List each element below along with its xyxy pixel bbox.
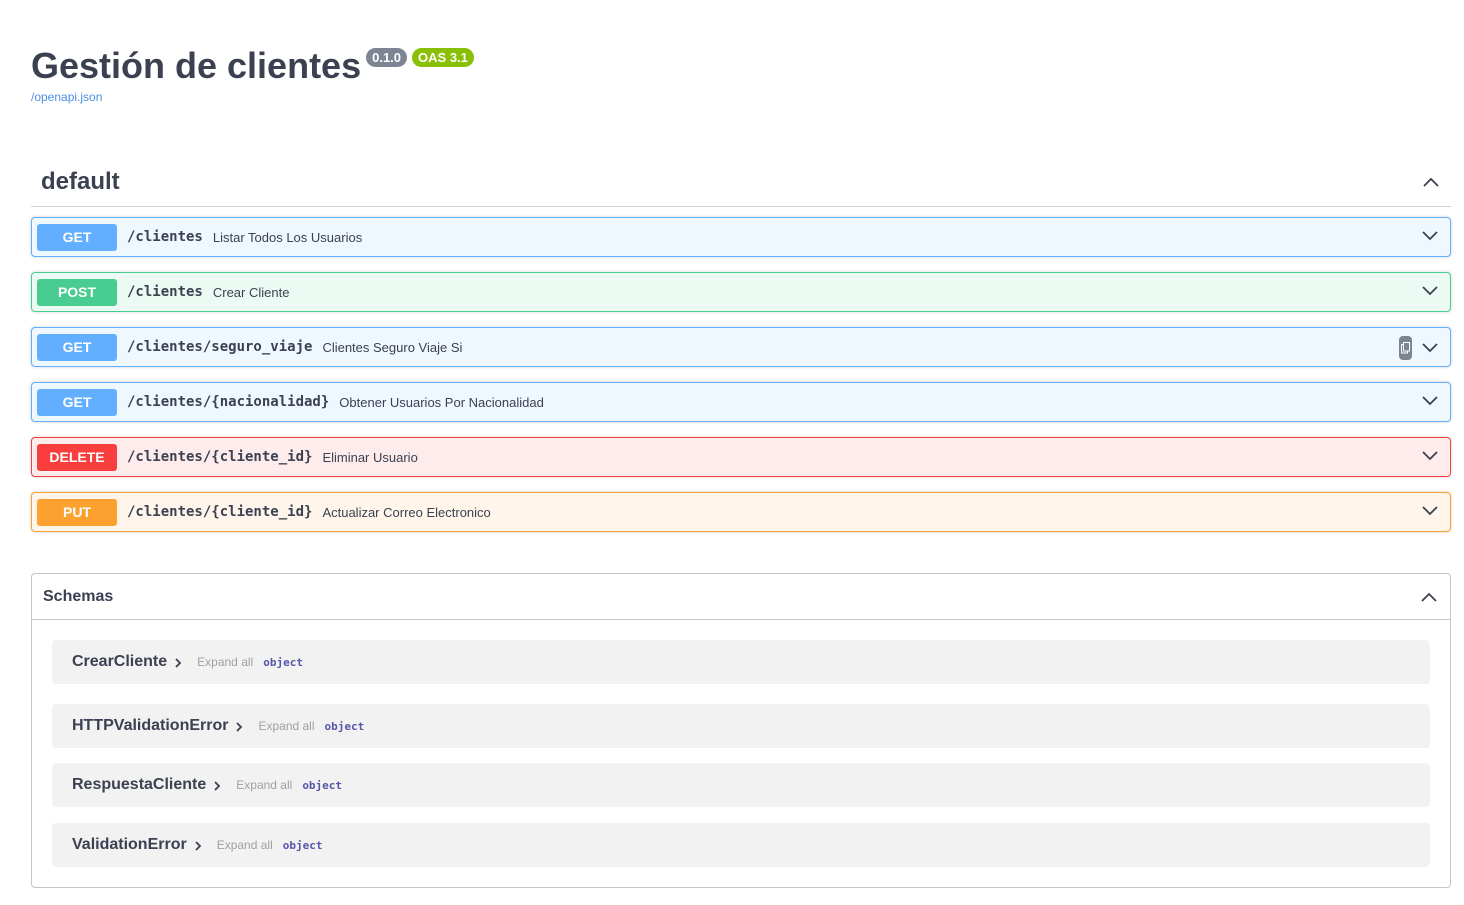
operation-get-clientes-nacionalidad[interactable]: GET /clientes/{nacionalidad} Obtener Usu… [31, 382, 1451, 422]
operation-summary: Actualizar Correo Electronico [322, 504, 491, 520]
chevron-up-icon[interactable] [1419, 587, 1439, 607]
model-type: object [324, 719, 365, 733]
expand-all-link[interactable]: Expand all [258, 719, 314, 733]
model-crearcliente[interactable]: CrearCliente Expand all object [52, 640, 1430, 684]
chevron-right-icon[interactable] [193, 839, 203, 851]
model-respuestacliente[interactable]: RespuestaCliente Expand all object [52, 763, 1430, 807]
operation-summary: Obtener Usuarios Por Nacionalidad [339, 394, 544, 410]
chevron-down-icon[interactable] [1420, 226, 1440, 246]
operations-list: GET /clientes Listar Todos Los Usuarios … [31, 217, 1451, 532]
expand-all-link[interactable]: Expand all [236, 778, 292, 792]
method-badge: GET [37, 333, 117, 361]
operation-path: /clientes [127, 229, 203, 245]
method-badge: PUT [37, 498, 117, 526]
title-row: Gestión de clientes 0.1.0 OAS 3.1 [31, 44, 474, 88]
chevron-down-icon[interactable] [1420, 338, 1440, 358]
model-name: HTTPValidationError [72, 717, 229, 734]
oas-badge: OAS 3.1 [412, 48, 474, 67]
chevron-right-icon[interactable] [173, 656, 183, 668]
operation-summary: Crear Cliente [212, 284, 290, 300]
operation-path: /clientes/{nacionalidad} [127, 394, 330, 410]
openapi-json-link[interactable]: /openapi.json [31, 90, 474, 104]
operation-path: /clientes/seguro_viaje [127, 339, 313, 355]
schemas-section: Schemas CrearCliente Expand all object H… [31, 573, 1451, 888]
chevron-down-icon[interactable] [1420, 501, 1440, 521]
operation-get-clientes[interactable]: GET /clientes Listar Todos Los Usuarios [31, 217, 1451, 257]
method-badge: GET [37, 388, 117, 416]
version-badge: 0.1.0 [366, 48, 408, 67]
expand-all-link[interactable]: Expand all [197, 655, 253, 669]
model-type: object [282, 838, 323, 852]
operation-post-clientes[interactable]: POST /clientes Crear Cliente [31, 272, 1451, 312]
chevron-right-icon[interactable] [234, 720, 244, 732]
model-httpvalidationerror[interactable]: HTTPValidationError Expand all object [52, 704, 1430, 748]
operation-path: /clientes/{cliente_id} [127, 449, 313, 465]
model-type: object [302, 778, 343, 792]
chevron-down-icon[interactable] [1420, 281, 1440, 301]
tag-name: default [41, 168, 120, 195]
chevron-down-icon[interactable] [1420, 446, 1440, 466]
tag-header-default[interactable]: default [31, 158, 1451, 207]
schemas-title: Schemas [43, 587, 114, 605]
api-info: Gestión de clientes 0.1.0 OAS 3.1 /opena… [31, 44, 474, 104]
schemas-header[interactable]: Schemas [32, 574, 1450, 620]
operation-path: /clientes/{cliente_id} [127, 504, 313, 520]
operation-summary: Listar Todos Los Usuarios [212, 229, 363, 245]
page-title: Gestión de clientes [31, 45, 362, 86]
model-validationerror[interactable]: ValidationError Expand all object [52, 823, 1430, 867]
model-name: CrearCliente [72, 653, 168, 670]
operation-delete-cliente[interactable]: DELETE /clientes/{cliente_id} Eliminar U… [31, 437, 1451, 477]
operation-get-clientes-seguro-viaje[interactable]: GET /clientes/seguro_viaje Clientes Segu… [31, 327, 1451, 367]
chevron-down-icon[interactable] [1420, 391, 1440, 411]
operation-summary: Clientes Seguro Viaje Si [322, 339, 463, 355]
expand-all-link[interactable]: Expand all [217, 838, 273, 852]
model-name: RespuestaCliente [72, 776, 207, 793]
model-name: ValidationError [72, 836, 187, 853]
operation-put-cliente[interactable]: PUT /clientes/{cliente_id} Actualizar Co… [31, 492, 1451, 532]
chevron-up-icon[interactable] [1421, 172, 1441, 192]
chevron-right-icon[interactable] [212, 779, 222, 791]
operation-summary: Eliminar Usuario [322, 449, 418, 465]
method-badge: POST [37, 278, 117, 306]
model-type: object [263, 655, 303, 669]
method-badge: DELETE [37, 443, 117, 471]
method-badge: GET [37, 223, 117, 251]
operation-path: /clientes [127, 284, 203, 300]
tag-section-default: default GET /clientes Listar Todos Los U… [31, 158, 1451, 547]
copy-icon[interactable] [1399, 336, 1412, 360]
